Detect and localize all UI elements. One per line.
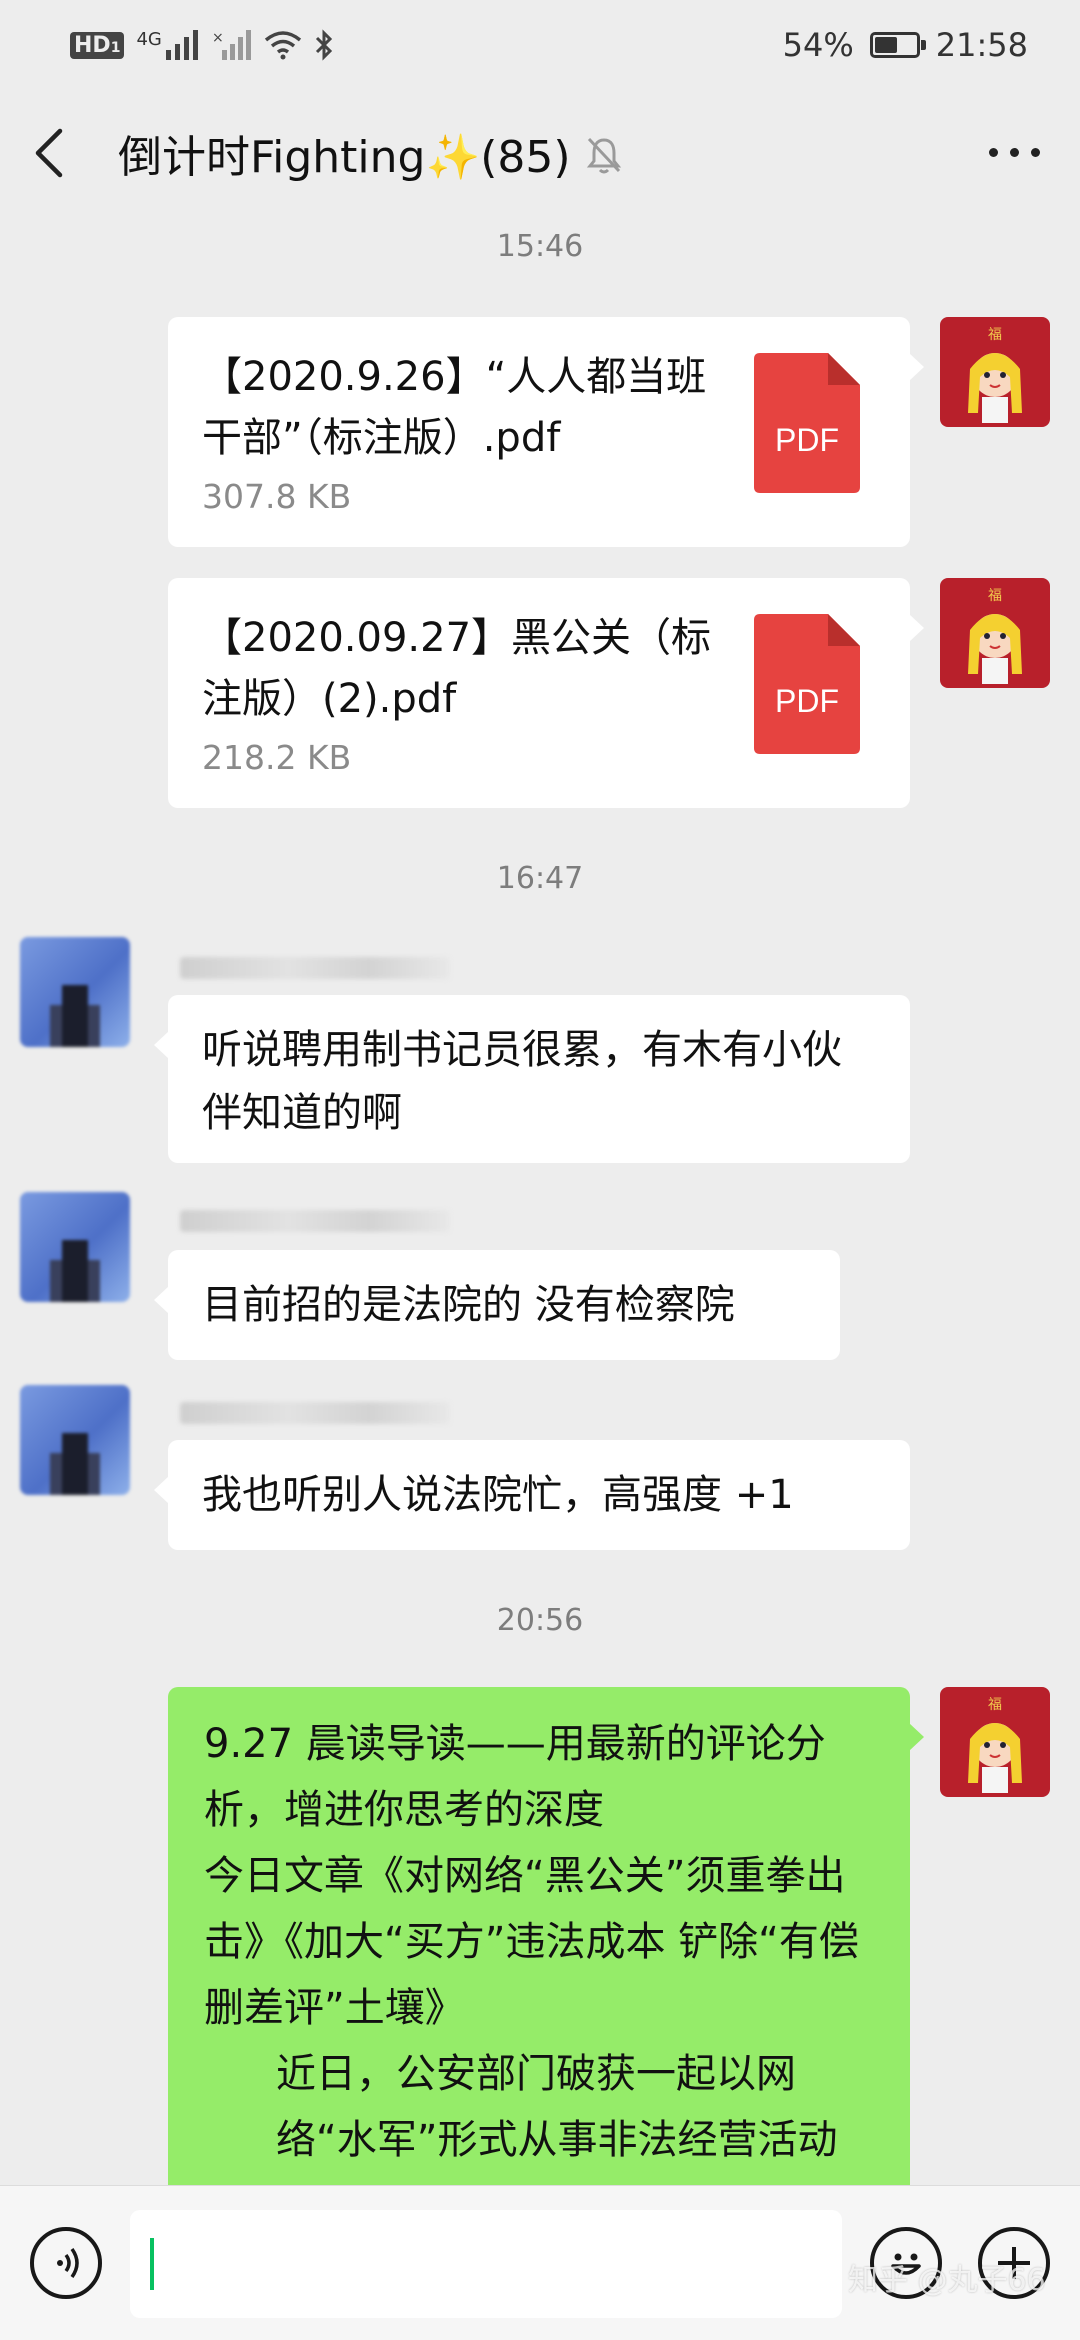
svg-text:福: 福 [988,588,1002,604]
voice-icon[interactable] [30,2227,102,2299]
hd-text: HD [74,32,111,58]
message-text: 我也听别人说法院忙，高强度 +1 [202,1472,794,1518]
status-left: HD1 4G × [70,29,334,62]
timestamp: 20:56 [496,1603,584,1638]
pdf-file-icon: PDF [754,614,860,754]
battery-percent: 54% [782,26,854,64]
signal-icon [165,30,198,60]
message-line: 今日文章《对网络“黑公关”须重拳出击》《加大“买方”违法成本 铲除“有偿删差评”… [204,1853,859,2031]
text-message[interactable]: 目前招的是法院的 没有检察院 [154,1250,840,1360]
message-text: 目前招的是法院的 没有检察院 [202,1282,735,1328]
chat-title: 倒计时Fighting✨(85) [118,131,571,183]
bluetooth-icon [315,29,332,61]
text-message[interactable]: 听说聘用制书记员很累，有木有小伙伴知道的啊 [154,995,910,1163]
svg-text:福: 福 [988,1697,1002,1713]
svg-text:福: 福 [988,327,1002,343]
dot [1010,148,1019,157]
signal-icon-secondary: × [212,30,251,60]
hd-badge: HD1 [70,31,125,59]
my-avatar[interactable]: 福 [940,317,1050,427]
timestamp: 16:47 [496,861,584,896]
file-name: 【2020.09.27】黑公关（标注版）(2).pdf [202,615,712,722]
chat-header: 倒计时Fighting✨(85) [0,90,1080,215]
status-bar: HD1 4G × 54% 21:58 [0,0,1080,90]
member-avatar[interactable] [20,937,130,1047]
text-caret [150,2238,154,2290]
back-arrow-icon[interactable] [30,127,70,179]
network-type: 4G [136,28,162,50]
more-dots-icon[interactable] [989,148,1040,157]
battery-fill [874,37,897,53]
svg-text:×: × [212,30,224,46]
message-line: 9.27 晨读导读——用最新的评论分析，增进你思考的深度 [204,1721,826,1833]
sender-name-blurred [180,957,450,979]
file-message[interactable]: 【2020.9.26】“人人都当班干部”（标注版）.pdf 307.8 KB P… [168,317,924,547]
member-avatar[interactable] [20,1192,130,1302]
message-input[interactable] [130,2210,842,2318]
file-name: 【2020.9.26】“人人都当班干部”（标注版）.pdf [202,354,707,461]
my-avatar[interactable]: 福 [940,1687,1050,1797]
mute-bell-icon [586,137,621,173]
my-avatar[interactable]: 福 [940,578,1050,688]
pdf-label: PDF [775,422,839,458]
sender-name-blurred [180,1402,450,1424]
pdf-label: PDF [775,683,839,719]
text-message[interactable]: 9.27 晨读导读——用最新的评论分析，增进你思考的深度 今日文章《对网络“黑公… [168,1687,924,2185]
message-list[interactable]: 15:46 【2020.9.26】“人人都当班干部”（标注版）.pdf 307.… [0,215,1080,2185]
timestamp: 15:46 [496,229,584,264]
wifi-icon [264,31,301,60]
watermark: 知乎 @丸子66 [848,2263,1046,2298]
dot [989,148,998,157]
sender-name-blurred [180,1210,450,1232]
cartoon-avatar-icon: 福 [968,588,1022,684]
member-avatar[interactable] [20,1385,130,1495]
pdf-file-icon: PDF [754,353,860,493]
message-line: 近日，公安部门破获一起以网络“水军”形式从事非法经营活动 [276,2051,838,2163]
file-message[interactable]: 【2020.09.27】黑公关（标注版）(2).pdf 218.2 KB PDF [168,578,924,808]
clock: 21:58 [935,26,1028,64]
cartoon-avatar-icon: 福 [968,327,1022,423]
status-right: 54% 21:58 [783,26,1028,64]
battery-icon [869,32,926,58]
message-text: 听说聘用制书记员很累，有木有小伙伴知道的啊 [202,1027,842,1136]
dot [1031,148,1040,157]
hd-sub-text: 1 [110,39,121,56]
cartoon-avatar-icon: 福 [968,1697,1022,1793]
text-message[interactable]: 我也听别人说法院忙，高强度 +1 [154,1440,910,1550]
